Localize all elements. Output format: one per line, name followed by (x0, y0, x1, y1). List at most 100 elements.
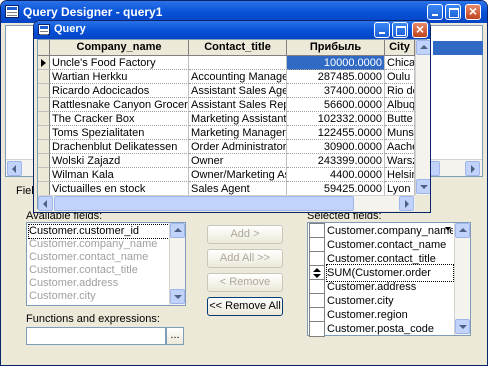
grid-vertical-scrollbar[interactable] (415, 40, 430, 195)
selected-field-row[interactable]: Customer.posta_code (308, 321, 454, 337)
scroll-right-icon[interactable] (465, 161, 480, 176)
grid-hscroll-thumb[interactable] (54, 196, 354, 211)
table-cell[interactable]: Assistant Sales Repre (189, 98, 287, 112)
table-cell[interactable]: Sales Agent (189, 182, 287, 196)
close-button[interactable] (465, 4, 481, 20)
table-cell[interactable]: Ricardo Adocicados (50, 84, 189, 98)
results-grid[interactable]: Company_name Contact_title Прибыль City … (37, 39, 430, 211)
functions-label: Functions and expressions: (26, 313, 160, 325)
table-cell[interactable]: 10000.0000 (287, 56, 385, 70)
chevron-down-icon[interactable] (445, 227, 451, 231)
available-field-item[interactable]: Customer.contact_name (29, 251, 148, 264)
available-field-item[interactable]: Customer.city (29, 290, 96, 303)
table-cell[interactable]: Assistant Sales Agent (189, 84, 287, 98)
table-cell[interactable]: 102332.0000 (287, 112, 385, 126)
row-selector[interactable] (38, 70, 50, 84)
table-cell[interactable]: 30900.0000 (287, 140, 385, 154)
remove-button[interactable]: < Remove (207, 273, 283, 292)
table-cell[interactable]: Rio de (385, 84, 415, 98)
available-field-item[interactable]: Customer.contact_title (29, 264, 138, 277)
remove-all-button[interactable]: << Remove All (207, 297, 283, 316)
row-selector[interactable] (38, 168, 50, 182)
sort-order-icon[interactable] (313, 268, 321, 278)
minimize-button[interactable] (427, 4, 443, 20)
table-cell[interactable]: Owner (189, 154, 287, 168)
available-fields-list[interactable]: Customer.customer_id Customer.company_na… (26, 222, 186, 306)
table-cell[interactable]: 56600.0000 (287, 98, 385, 112)
scroll-down-icon[interactable] (455, 319, 470, 334)
row-selector[interactable] (38, 84, 50, 98)
table-cell[interactable]: 243399.0000 (287, 154, 385, 168)
scroll-up-icon[interactable] (170, 223, 185, 238)
table-cell[interactable]: Drachenblut Delikatessen (50, 140, 189, 154)
table-cell[interactable]: Order Administrator (189, 140, 287, 154)
table-cell[interactable]: Uncle's Food Factory (50, 56, 189, 70)
table-cell[interactable]: Marketing Assistant (189, 112, 287, 126)
scroll-up-icon[interactable] (455, 223, 470, 238)
available-field-item[interactable]: Customer.address (29, 277, 118, 290)
table-cell[interactable]: 59425.0000 (287, 182, 385, 196)
table-cell[interactable]: 122455.0000 (287, 126, 385, 140)
table-cell[interactable]: 37400.0000 (287, 84, 385, 98)
available-fields-scrollbar[interactable] (169, 223, 185, 305)
table-cell[interactable]: Lyon (385, 182, 415, 196)
table-cell[interactable]: Wilman Kala (50, 168, 189, 182)
table-cell[interactable]: Victuailles en stock (50, 182, 189, 196)
table-cell[interactable]: Rattlesnake Canyon Grocery (50, 98, 189, 112)
query-minimize-button[interactable] (374, 22, 390, 38)
available-field-item[interactable]: Customer.company_name (29, 238, 157, 251)
table-cell[interactable]: Wolski Zajazd (50, 154, 189, 168)
table-cell[interactable]: 287485.0000 (287, 70, 385, 84)
row-selector[interactable] (38, 112, 50, 126)
table-cell[interactable]: Aache (385, 140, 415, 154)
scroll-up-icon[interactable] (416, 40, 430, 55)
add-button[interactable]: Add > (207, 225, 283, 244)
selected-fields-list[interactable]: Customer.company_name Customer.contact_n… (307, 222, 471, 337)
table-cell[interactable]: Accounting Manager (189, 70, 287, 84)
table-cell[interactable]: Toms Spezialitaten (50, 126, 189, 140)
table-cell[interactable]: Munst (385, 126, 415, 140)
query-maximize-button[interactable] (392, 22, 408, 38)
scroll-down-icon[interactable] (170, 289, 185, 304)
scroll-left-icon[interactable] (7, 161, 22, 176)
table-cell[interactable]: The Cracker Box (50, 112, 189, 126)
available-field-item[interactable]: Customer.customer_id (28, 224, 170, 239)
table-cell[interactable]: Wartian Herkku (50, 70, 189, 84)
table-cell[interactable]: Warsz (385, 154, 415, 168)
table-cell[interactable] (189, 56, 287, 70)
query-window: Query Company_name Contact_title Прибыль… (33, 20, 431, 213)
query-title-bar[interactable]: Query (34, 21, 430, 39)
query-close-button[interactable] (412, 22, 428, 38)
table-cell[interactable]: Owner/Marketing Assi (189, 168, 287, 182)
functions-input[interactable] (26, 327, 166, 345)
table-cell[interactable]: Chica (385, 56, 415, 70)
selected-fields-scrollbar[interactable] (454, 223, 470, 335)
selected-field-checkbox[interactable] (309, 321, 325, 337)
selected-field-name[interactable]: Customer.posta_code (327, 321, 453, 337)
table-cell[interactable]: Albuq (385, 98, 415, 112)
table-cell[interactable]: Oulu (385, 70, 415, 84)
row-selector[interactable] (38, 140, 50, 154)
grid-horizontal-scrollbar[interactable] (38, 195, 415, 211)
column-header-city[interactable]: City (385, 40, 415, 56)
scroll-right-icon[interactable] (399, 196, 414, 211)
table-cell[interactable]: 4400.0000 (287, 168, 385, 182)
column-header-profit[interactable]: Прибыль (287, 40, 385, 56)
column-header-contact-title[interactable]: Contact_title (189, 40, 287, 56)
scroll-left-icon[interactable] (38, 196, 53, 211)
table-cell[interactable]: Marketing Manager (189, 126, 287, 140)
column-header-company-name[interactable]: Company_name (50, 40, 189, 56)
row-selector[interactable] (38, 56, 50, 70)
row-selector[interactable] (38, 98, 50, 112)
table-icon (38, 24, 50, 35)
row-selector[interactable] (38, 182, 50, 196)
table-cell[interactable]: Helsin (385, 168, 415, 182)
maximize-button[interactable] (445, 4, 461, 20)
scroll-down-icon[interactable] (416, 179, 430, 194)
add-all-button[interactable]: Add All >> (207, 249, 283, 268)
table-cell[interactable]: Butte (385, 112, 415, 126)
functions-browse-button[interactable]: ... (166, 327, 184, 345)
row-selector[interactable] (38, 154, 50, 168)
row-selector[interactable] (38, 126, 50, 140)
main-window-title: Query Designer - query1 (23, 5, 163, 19)
